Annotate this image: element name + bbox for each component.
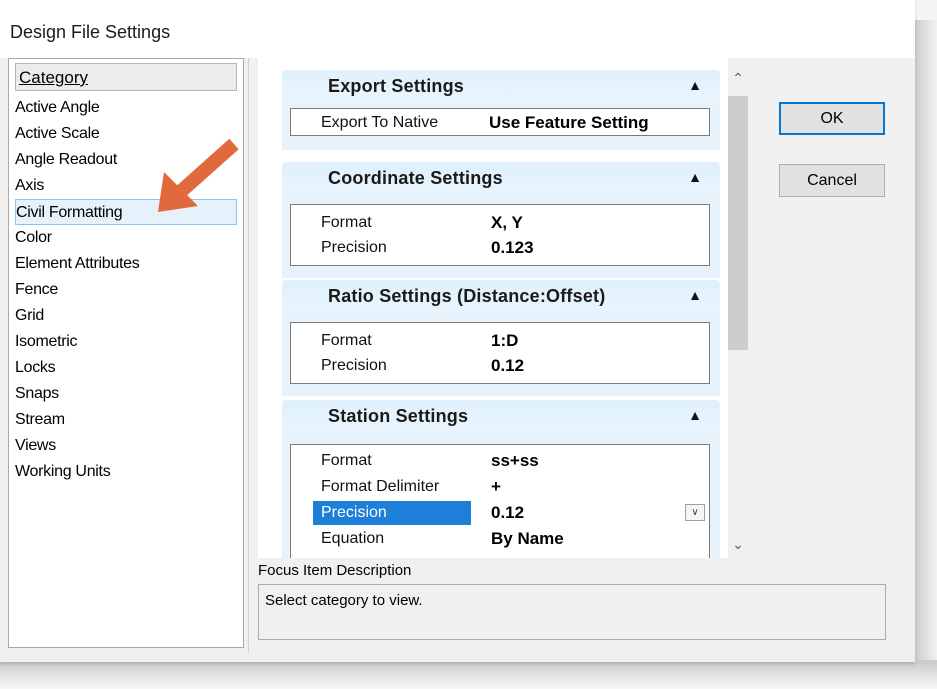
annotation-arrow-icon xyxy=(158,138,239,212)
section-title-ratio: Ratio Settings (Distance:Offset) xyxy=(328,286,606,306)
cancel-button[interactable]: Cancel xyxy=(779,164,885,197)
row-value[interactable]: 0.12 xyxy=(491,501,524,525)
collapse-caret-icon[interactable]: ▲ xyxy=(688,407,702,423)
row-value[interactable]: ss+ss xyxy=(491,449,539,473)
scroll-down-icon[interactable]: ⌄ xyxy=(728,536,748,556)
section-body-ratio: Format 1:D Precision 0.12 xyxy=(282,312,720,396)
collapse-caret-icon[interactable]: ▲ xyxy=(688,77,702,93)
ok-button[interactable]: OK xyxy=(779,102,885,135)
category-item-color[interactable]: Color xyxy=(15,225,237,251)
row-label: Precision xyxy=(321,357,387,374)
row-label: Precision xyxy=(313,501,471,525)
category-header[interactable]: Category xyxy=(15,63,237,91)
row-value[interactable]: Use Feature Setting xyxy=(489,111,649,135)
row-value[interactable]: By Name xyxy=(491,527,564,551)
category-item-isometric[interactable]: Isometric xyxy=(15,329,237,355)
collapse-caret-icon[interactable]: ▲ xyxy=(688,169,702,185)
row-label: Precision xyxy=(321,239,387,256)
title-bar: Design File Settings xyxy=(0,0,915,58)
section-title-export: Export Settings xyxy=(328,76,465,96)
row-precision[interactable]: Precision 0.12 ∨ xyxy=(291,501,709,525)
section-body-coordinate: Format X, Y Precision 0.123 xyxy=(282,194,720,278)
window-title: Design File Settings xyxy=(10,22,171,42)
row-label: Format xyxy=(321,452,372,469)
ok-button-label: OK xyxy=(820,110,844,127)
row-export-to-native[interactable]: Export To Native Use Feature Setting xyxy=(291,111,709,135)
window-shadow-bottom xyxy=(0,660,937,689)
row-precision[interactable]: Precision 0.12 xyxy=(291,354,709,378)
category-item-element-attributes[interactable]: Element Attributes xyxy=(15,251,237,277)
category-item-snaps[interactable]: Snaps xyxy=(15,381,237,407)
row-label: Format xyxy=(321,332,372,349)
category-item-grid[interactable]: Grid xyxy=(15,303,237,329)
section-header-station[interactable]: Station Settings ▲ xyxy=(282,400,720,432)
category-header-label: Category xyxy=(19,68,88,87)
vertical-scrollbar[interactable]: ⌃ ⌄ xyxy=(728,70,748,556)
category-item-locks[interactable]: Locks xyxy=(15,355,237,381)
row-value[interactable]: 1:D xyxy=(491,329,518,353)
row-label: Export To Native xyxy=(321,114,439,131)
rows-export: Export To Native Use Feature Setting xyxy=(290,108,710,136)
category-item-stream[interactable]: Stream xyxy=(15,407,237,433)
pane-divider xyxy=(248,58,249,652)
section-title-station: Station Settings xyxy=(328,406,469,426)
row-value[interactable]: 0.123 xyxy=(491,236,534,260)
category-item-working-units[interactable]: Working Units xyxy=(15,459,237,485)
window-shadow-right xyxy=(912,20,937,680)
category-item-active-angle[interactable]: Active Angle xyxy=(15,95,237,121)
section-header-ratio[interactable]: Ratio Settings (Distance:Offset) ▲ xyxy=(282,280,720,312)
category-item-fence[interactable]: Fence xyxy=(15,277,237,303)
section-body-station: Format ss+ss Format Delimiter + Precisio… xyxy=(282,432,720,558)
rows-coordinate: Format X, Y Precision 0.123 xyxy=(290,204,710,266)
section-title-coordinate: Coordinate Settings xyxy=(328,168,503,188)
focus-item-description-label: Focus Item Description xyxy=(258,562,412,579)
row-value[interactable]: 0.12 xyxy=(491,354,524,378)
category-item-views[interactable]: Views xyxy=(15,433,237,459)
row-format[interactable]: Format ss+ss xyxy=(291,449,709,473)
rows-station: Format ss+ss Format Delimiter + Precisio… xyxy=(290,444,710,558)
design-file-settings-dialog: Design File Settings Category Active Ang… xyxy=(0,0,915,662)
row-format[interactable]: Format X, Y xyxy=(291,211,709,235)
rows-ratio: Format 1:D Precision 0.12 xyxy=(290,322,710,384)
row-format-delimiter[interactable]: Format Delimiter + xyxy=(291,475,709,499)
scroll-up-icon[interactable]: ⌃ xyxy=(728,70,748,90)
row-value[interactable]: + xyxy=(491,475,501,499)
row-format[interactable]: Format 1:D xyxy=(291,329,709,353)
collapse-caret-icon[interactable]: ▲ xyxy=(688,287,702,303)
row-equation[interactable]: Equation By Name xyxy=(291,527,709,551)
row-label: Equation xyxy=(321,530,385,547)
row-label: Format Delimiter xyxy=(321,478,440,495)
dropdown-chevron-icon[interactable]: ∨ xyxy=(685,504,705,521)
row-precision[interactable]: Precision 0.123 xyxy=(291,236,709,260)
scroll-thumb[interactable] xyxy=(728,96,748,350)
section-header-coordinate[interactable]: Coordinate Settings ▲ xyxy=(282,162,720,194)
focus-item-description-box: Select category to view. xyxy=(258,584,886,640)
row-value[interactable]: X, Y xyxy=(491,211,523,235)
section-header-export[interactable]: Export Settings ▲ xyxy=(282,70,720,102)
row-label: Format xyxy=(321,214,372,231)
section-body-export: Export To Native Use Feature Setting xyxy=(282,102,720,150)
property-grid: Export Settings ▲ Export To Native Use F… xyxy=(258,58,728,558)
